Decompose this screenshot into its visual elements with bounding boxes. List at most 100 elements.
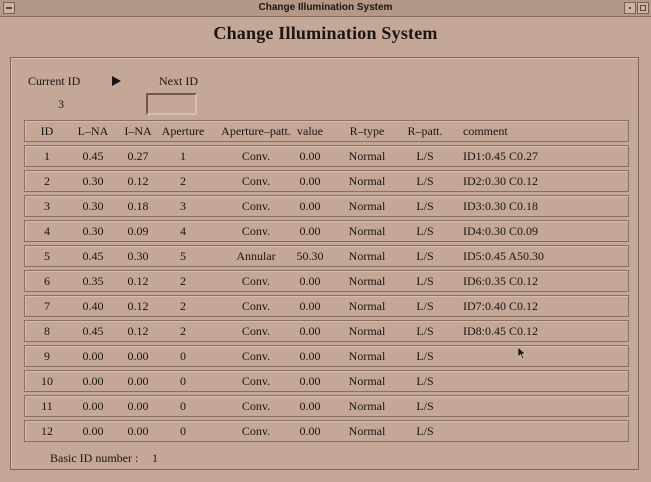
- cell-value: 0.00: [299, 399, 321, 413]
- table-row[interactable]: 12 0.00 0.00 0 Conv. 0.00 Normal L/S: [24, 420, 629, 442]
- minimize-icon[interactable]: [624, 2, 636, 14]
- cell-id: 6: [44, 274, 50, 288]
- cell-ina: 0.00: [127, 374, 149, 388]
- cell-r-type: Normal: [348, 224, 386, 238]
- cell-r-patt: L/S: [416, 224, 434, 238]
- table-row[interactable]: 5 0.45 0.30 5 Annular 50.30 Normal L/S ID5:0.45 …: [24, 245, 629, 267]
- basic-id-label: Basic ID number :: [50, 451, 139, 465]
- cell-ina: 0.27: [127, 149, 149, 163]
- header-aperture: Aperture: [161, 124, 205, 138]
- cell-value: 0.00: [299, 174, 321, 188]
- header-comment: comment: [463, 124, 508, 138]
- cell-r-type: Normal: [348, 274, 386, 288]
- cell-r-patt: L/S: [416, 274, 434, 288]
- cell-aperture: 0: [180, 374, 186, 388]
- cell-value: 50.30: [296, 249, 324, 263]
- cell-aperture: 2: [180, 324, 186, 338]
- cell-r-patt: L/S: [416, 324, 434, 338]
- cell-ina: 0.00: [127, 349, 149, 363]
- cell-r-patt: L/S: [416, 349, 434, 363]
- cell-id: 10: [41, 374, 53, 388]
- table-row[interactable]: 6 0.35 0.12 2 Conv. 0.00 Normal L/S ID6:0.35 C0.…: [24, 270, 629, 292]
- cell-lna: 0.35: [82, 274, 104, 288]
- cell-r-type: Normal: [348, 249, 386, 263]
- cell-ina: 0.00: [127, 399, 149, 413]
- cell-lna: 0.00: [82, 424, 104, 438]
- cell-r-type: Normal: [348, 424, 386, 438]
- cell-lna: 0.45: [82, 149, 104, 163]
- table-row[interactable]: 3 0.30 0.18 3 Conv. 0.00 Normal L/S ID3:0.30 C0.…: [24, 195, 629, 217]
- table-row[interactable]: 9 0.00 0.00 0 Conv. 0.00 Normal L/S: [24, 345, 629, 367]
- table-header-row: ID L–NA I–NA Aperture Aperture–patt. val…: [24, 120, 629, 142]
- cell-ina: 0.12: [127, 274, 149, 288]
- cell-value: 0.00: [299, 274, 321, 288]
- cell-lna: 0.30: [82, 174, 104, 188]
- current-id-value: 3: [58, 97, 64, 111]
- cell-id: 8: [44, 324, 50, 338]
- cell-id: 2: [44, 174, 50, 188]
- table-row[interactable]: 10 0.00 0.00 0 Conv. 0.00 Normal L/S: [24, 370, 629, 392]
- table-row[interactable]: 7 0.40 0.12 2 Conv. 0.00 Normal L/S ID7:0.40 C0.…: [24, 295, 629, 317]
- mouse-pointer-icon: [518, 347, 526, 359]
- header-ina: I–NA: [124, 124, 152, 138]
- cell-r-patt: L/S: [416, 424, 434, 438]
- cell-aperture: 2: [180, 299, 186, 313]
- table-row[interactable]: 8 0.45 0.12 2 Conv. 0.00 Normal L/S ID8:0.45 C0.…: [24, 320, 629, 342]
- cell-comment: ID6:0.35 C0.12: [463, 274, 538, 288]
- table-row[interactable]: 2 0.30 0.12 2 Conv. 0.00 Normal L/S ID2:0.30 C0.…: [24, 170, 629, 192]
- cell-comment: ID8:0.45 C0.12: [463, 324, 538, 338]
- cell-aperture: 0: [180, 349, 186, 363]
- cell-ina: 0.00: [127, 424, 149, 438]
- cell-comment: ID3:0.30 C0.18: [463, 199, 538, 213]
- basic-id-value: 1: [152, 451, 158, 465]
- cell-comment: [463, 346, 623, 366]
- cell-aperture: 2: [180, 174, 186, 188]
- cell-r-patt: L/S: [416, 299, 434, 313]
- header-id: ID: [40, 124, 54, 138]
- cell-comment: ID5:0.45 A50.30: [463, 249, 544, 263]
- cell-r-type: Normal: [348, 324, 386, 338]
- cell-r-patt: L/S: [416, 249, 434, 263]
- next-id-input[interactable]: [146, 93, 197, 115]
- cell-r-type: Normal: [348, 149, 386, 163]
- window-title: Change Illumination System: [258, 2, 393, 13]
- cell-comment: ID7:0.40 C0.12: [463, 299, 538, 313]
- cell-comment: [463, 396, 623, 416]
- change-illumination-window: Change Illumination System Change Illumi…: [0, 0, 651, 482]
- cell-value: 0.00: [299, 424, 321, 438]
- right-arrow-icon: [112, 76, 121, 86]
- cell-value: 0.00: [299, 374, 321, 388]
- table-row[interactable]: 4 0.30 0.09 4 Conv. 0.00 Normal L/S ID4:0.30 C0.…: [24, 220, 629, 242]
- cell-ina: 0.12: [127, 299, 149, 313]
- cell-value: 0.00: [299, 199, 321, 213]
- header-r-type: R–type: [349, 124, 385, 138]
- cell-r-patt: L/S: [416, 199, 434, 213]
- table-row[interactable]: 11 0.00 0.00 0 Conv. 0.00 Normal L/S: [24, 395, 629, 417]
- cell-r-type: Normal: [348, 399, 386, 413]
- cell-lna: 0.30: [82, 199, 104, 213]
- cell-comment: ID1:0.45 C0.27: [463, 149, 538, 163]
- cell-ina: 0.12: [127, 174, 149, 188]
- cell-value: 0.00: [299, 299, 321, 313]
- title-bar[interactable]: Change Illumination System: [0, 0, 651, 17]
- cell-lna: 0.30: [82, 224, 104, 238]
- header-r-patt: R–patt.: [407, 124, 443, 138]
- cell-comment: [463, 421, 623, 441]
- cell-value: 0.00: [299, 224, 321, 238]
- maximize-icon[interactable]: [637, 2, 649, 14]
- cell-comment: ID4:0.30 C0.09: [463, 224, 538, 238]
- header-lna: L–NA: [77, 124, 109, 138]
- cell-ina: 0.18: [127, 199, 149, 213]
- cell-id: 5: [44, 249, 50, 263]
- cell-r-type: Normal: [348, 199, 386, 213]
- cell-id: 3: [44, 199, 50, 213]
- cell-r-patt: L/S: [416, 374, 434, 388]
- cell-aperture: 2: [180, 274, 186, 288]
- cell-aperture: 4: [180, 224, 186, 238]
- cell-aperture: 5: [180, 249, 186, 263]
- table-row[interactable]: 1 0.45 0.27 1 Conv. 0.00 Normal L/S ID1:0.45 C0.…: [24, 145, 629, 167]
- cell-id: 1: [44, 149, 50, 163]
- cell-r-patt: L/S: [416, 174, 434, 188]
- cell-ina: 0.09: [127, 224, 149, 238]
- cell-aperture: 1: [180, 149, 186, 163]
